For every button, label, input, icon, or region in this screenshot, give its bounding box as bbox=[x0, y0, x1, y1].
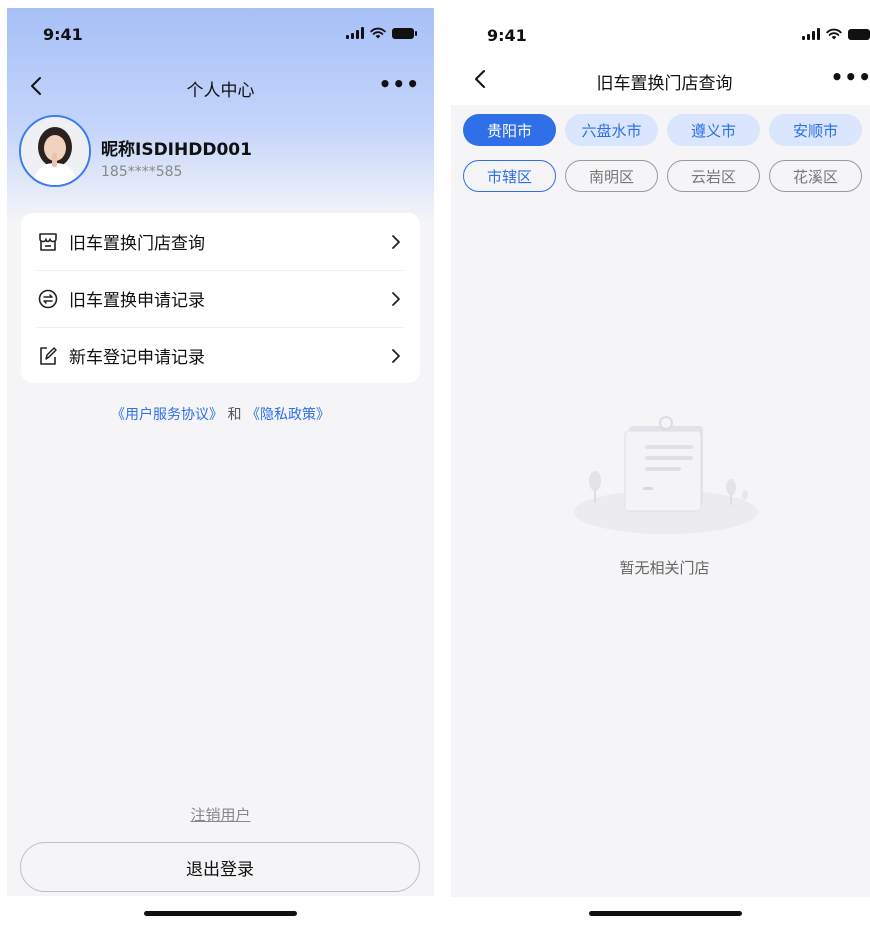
more-button[interactable]: ••• bbox=[379, 72, 420, 96]
menu-item-store-query[interactable]: 旧车置换门店查询 bbox=[21, 213, 420, 270]
status-bar: 9:41 bbox=[451, 9, 870, 59]
home-indicator bbox=[589, 911, 742, 916]
battery-icon bbox=[392, 27, 417, 39]
status-icons bbox=[802, 28, 870, 40]
avatar-image bbox=[21, 117, 89, 185]
user-profile: 昵称ISDIHDD001 185****585 bbox=[19, 115, 419, 189]
store-icon bbox=[37, 231, 59, 253]
nav-bar: 个人中心 ••• bbox=[7, 64, 434, 108]
battery-icon bbox=[848, 28, 870, 40]
wifi-icon bbox=[826, 28, 842, 40]
avatar[interactable] bbox=[19, 115, 91, 187]
district-filter: 市辖区 南明区 云岩区 花溪区 bbox=[463, 160, 862, 192]
menu-item-new-car-records[interactable]: 新车登记申请记录 bbox=[21, 327, 420, 384]
chevron-right-icon bbox=[392, 348, 400, 363]
status-time: 9:41 bbox=[43, 25, 83, 44]
status-icons bbox=[346, 27, 417, 39]
nickname: 昵称ISDIHDD001 bbox=[101, 140, 252, 160]
menu-label: 旧车置换门店查询 bbox=[69, 234, 205, 254]
edit-icon bbox=[37, 345, 59, 367]
city-chip-liupanshui[interactable]: 六盘水市 bbox=[565, 114, 658, 146]
district-chip-huaxi[interactable]: 花溪区 bbox=[769, 160, 862, 192]
phone-number: 185****585 bbox=[101, 164, 183, 180]
nav-bar: 旧车置换门店查询 ••• bbox=[451, 59, 870, 105]
menu-label: 新车登记申请记录 bbox=[69, 348, 205, 368]
chevron-right-icon bbox=[392, 234, 400, 249]
cancel-account-link[interactable]: 注销用户 bbox=[7, 804, 434, 825]
menu-card: 旧车置换门店查询 旧车置换申请记录 新车登记申请记录 bbox=[21, 213, 420, 383]
store-query-screen: 9:41 旧车置换门店查询 ••• 贵阳市 六盘水市 遵义市 安顺市 市辖区 南… bbox=[451, 9, 870, 897]
chevron-right-icon bbox=[392, 291, 400, 306]
more-button[interactable]: ••• bbox=[831, 65, 870, 89]
city-chip-guiyang[interactable]: 贵阳市 bbox=[463, 114, 556, 146]
page-title: 个人中心 bbox=[186, 81, 255, 101]
signal-icon bbox=[346, 27, 364, 39]
signal-icon bbox=[802, 28, 820, 40]
status-bar: 9:41 bbox=[7, 8, 434, 58]
empty-state-icon bbox=[574, 416, 758, 534]
menu-item-exchange-records[interactable]: 旧车置换申请记录 bbox=[21, 270, 420, 327]
district-chip-shixiaqu[interactable]: 市辖区 bbox=[463, 160, 556, 192]
city-chip-zunyi[interactable]: 遵义市 bbox=[667, 114, 760, 146]
menu-label: 旧车置换申请记录 bbox=[69, 291, 205, 311]
user-agreement-link[interactable]: 《用户服务协议》 bbox=[111, 407, 223, 423]
agreement-connector: 和 bbox=[227, 407, 242, 423]
agreement-links: 《用户服务协议》 和 《隐私政策》 bbox=[7, 404, 434, 424]
logout-button[interactable]: 退出登录 bbox=[20, 842, 420, 892]
empty-state-text: 暂无相关门店 bbox=[619, 559, 710, 577]
home-indicator bbox=[144, 911, 297, 916]
city-filter: 贵阳市 六盘水市 遵义市 安顺市 bbox=[463, 114, 862, 146]
district-chip-yunyan[interactable]: 云岩区 bbox=[667, 160, 760, 192]
exchange-icon bbox=[37, 288, 59, 310]
privacy-policy-link[interactable]: 《隐私政策》 bbox=[246, 407, 330, 423]
district-chip-nanming[interactable]: 南明区 bbox=[565, 160, 658, 192]
status-time: 9:41 bbox=[487, 26, 527, 45]
wifi-icon bbox=[370, 27, 386, 39]
profile-screen: 9:41 个人中心 ••• 昵称ISDIHDD001 185****585 旧车… bbox=[7, 8, 434, 896]
page-title: 旧车置换门店查询 bbox=[596, 74, 733, 94]
city-chip-anshun[interactable]: 安顺市 bbox=[769, 114, 862, 146]
